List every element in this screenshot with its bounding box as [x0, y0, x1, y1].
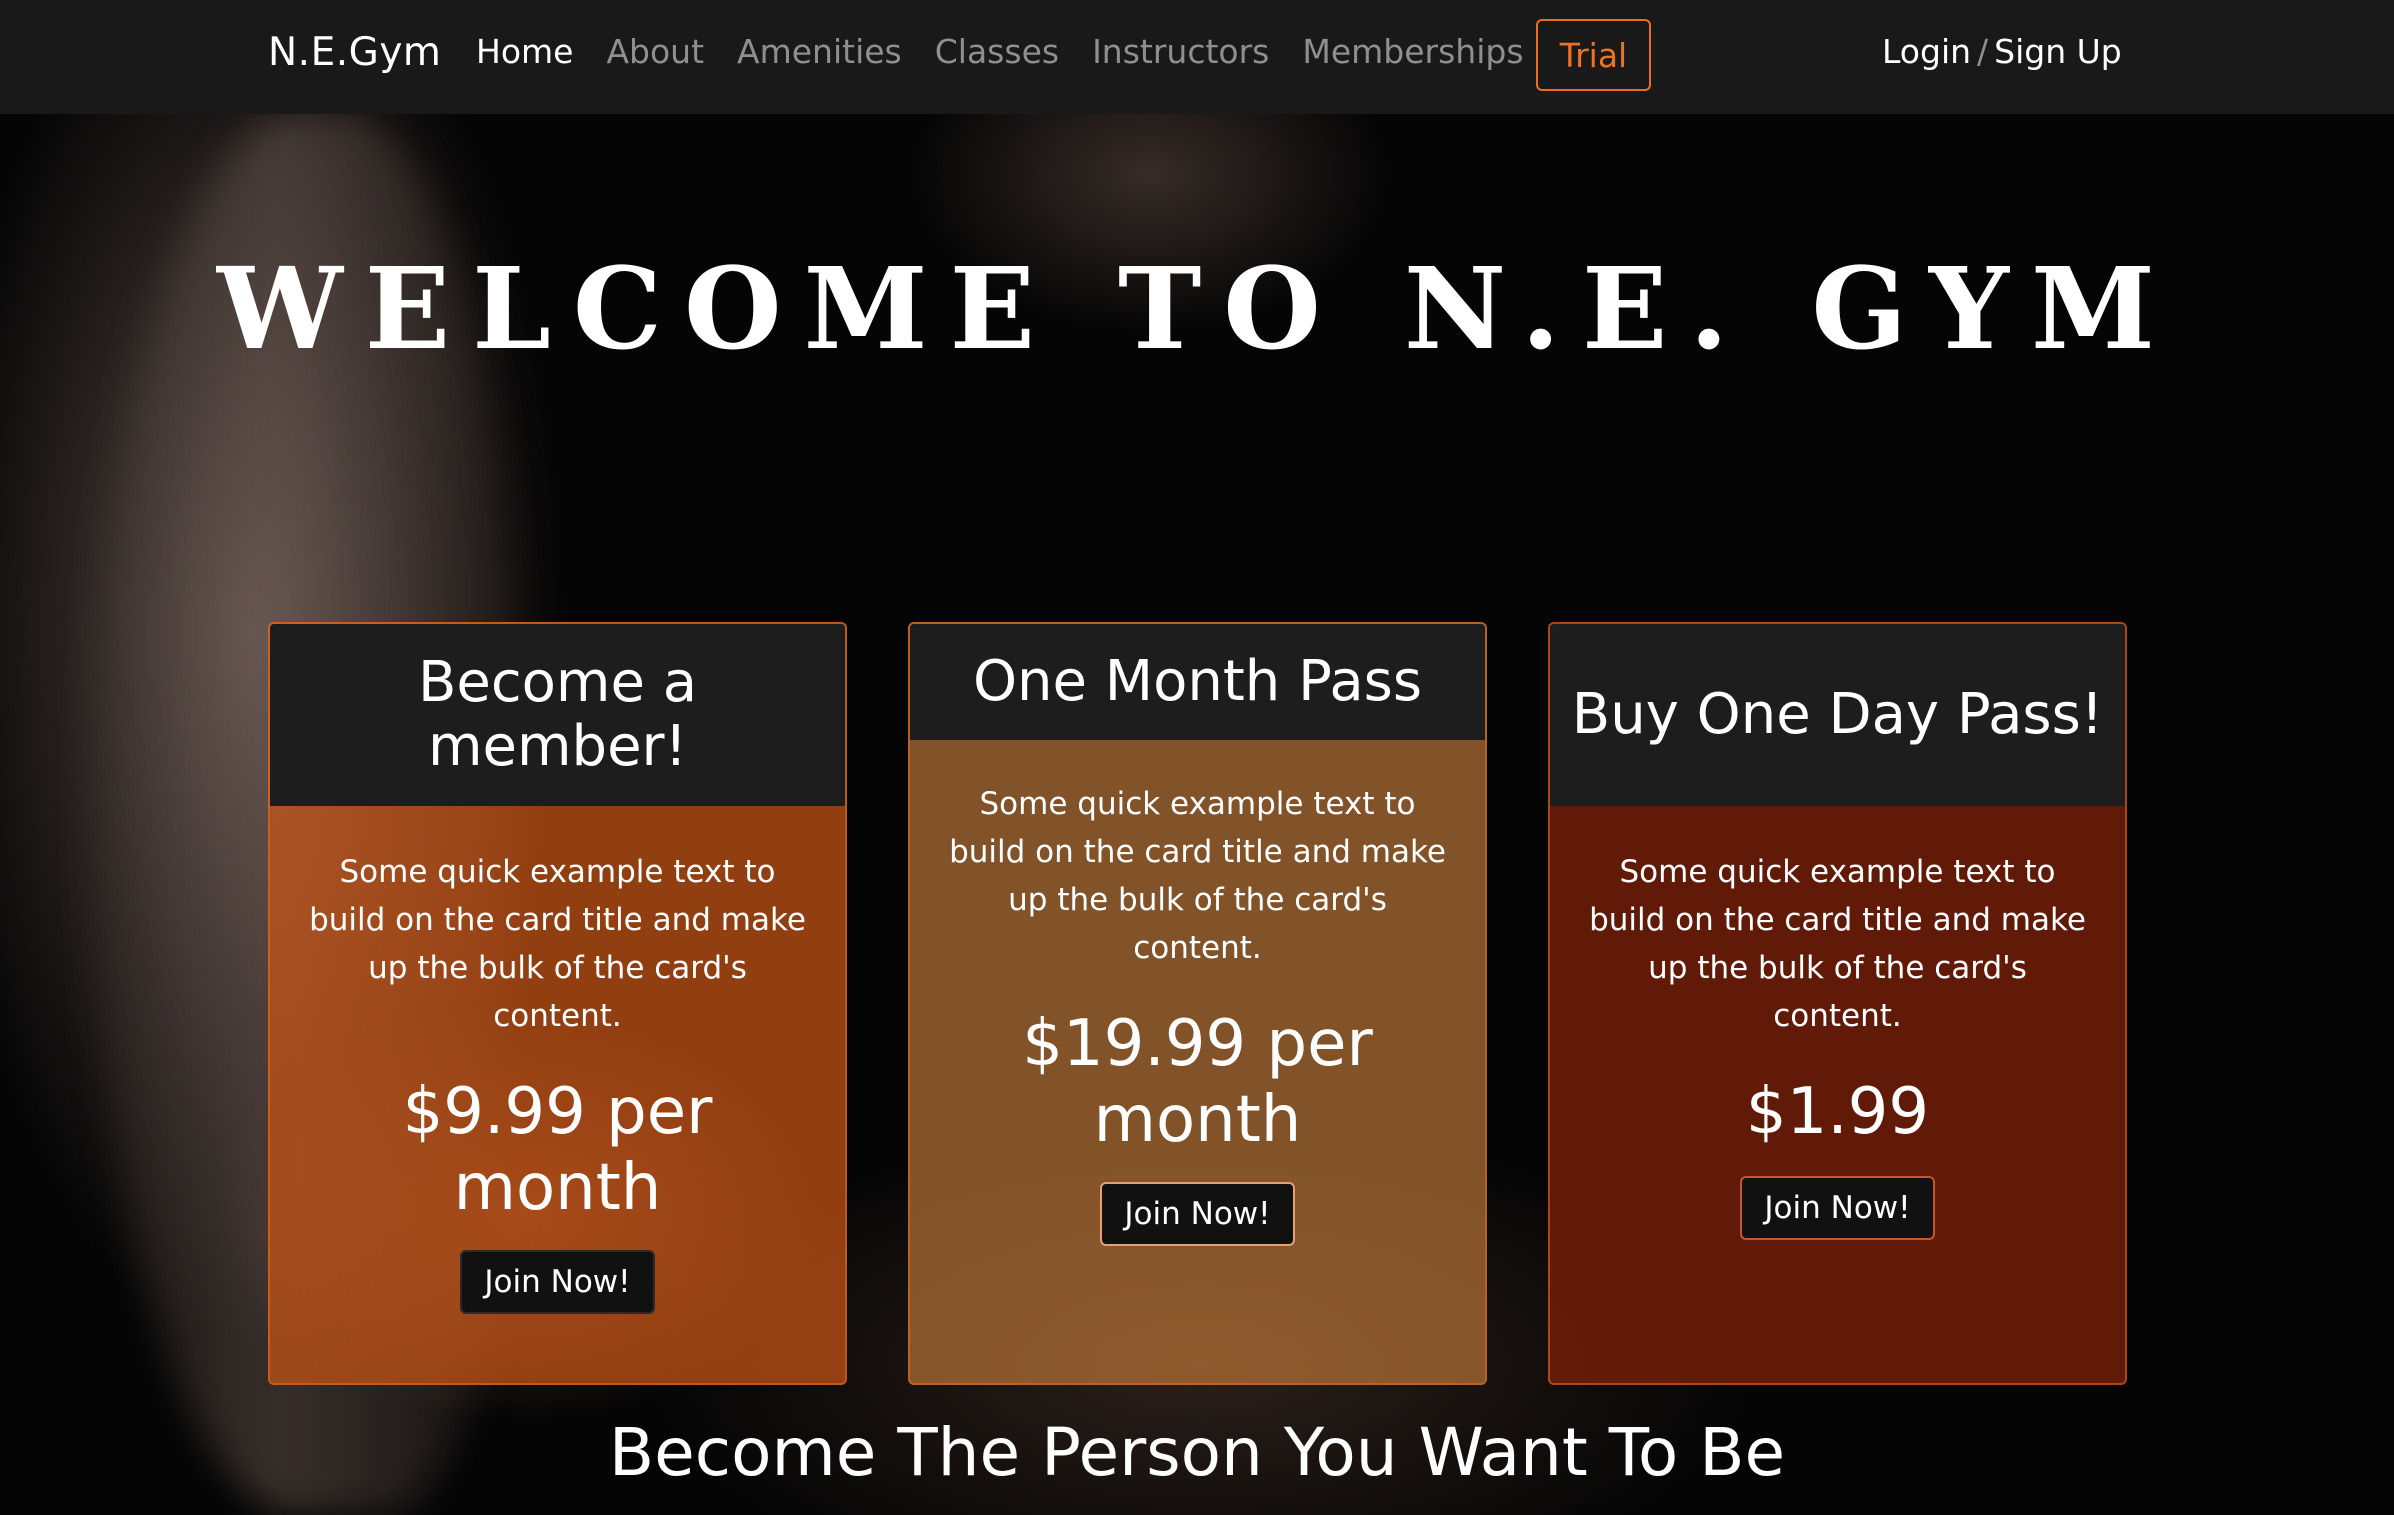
login-link[interactable]: Login	[1882, 32, 1971, 71]
hero-tagline: Become The Person You Want To Be	[608, 1414, 1786, 1491]
card-header: Become a member!	[270, 624, 845, 806]
nav-home[interactable]: Home	[476, 32, 573, 71]
navbar: N.E.Gym Home About Amenities Classes Ins…	[0, 0, 2394, 115]
nav-amenities[interactable]: Amenities	[737, 32, 902, 71]
card-title: Buy One Day Pass!	[1571, 682, 2104, 747]
card-body: Some quick example text to build on the …	[1550, 848, 2125, 1240]
brand-logo[interactable]: N.E.Gym	[268, 30, 441, 75]
hero-section: WELCOME TO N.E. GYM Become a member! Som…	[0, 114, 2394, 1515]
pricing-card-day: Buy One Day Pass! Some quick example tex…	[1548, 622, 2127, 1385]
join-now-button[interactable]: Join Now!	[1100, 1182, 1295, 1246]
card-text: Some quick example text to build on the …	[1589, 854, 2086, 1034]
join-now-button[interactable]: Join Now!	[460, 1250, 655, 1314]
hero-title: WELCOME TO N.E. GYM	[217, 244, 2177, 375]
card-title: One Month Pass	[972, 649, 1423, 714]
card-text: Some quick example text to build on the …	[309, 854, 806, 1034]
nav-memberships[interactable]: Memberships	[1302, 32, 1523, 71]
card-body: Some quick example text to build on the …	[270, 848, 845, 1314]
card-text: Some quick example text to build on the …	[949, 786, 1446, 966]
card-price: $1.99	[1745, 1075, 1930, 1149]
card-header: Buy One Day Pass!	[1550, 624, 2125, 806]
trial-button[interactable]: Trial	[1536, 19, 1651, 91]
card-title: Become a member!	[417, 650, 698, 779]
page: N.E.Gym Home About Amenities Classes Ins…	[0, 0, 2394, 1515]
join-now-button[interactable]: Join Now!	[1740, 1176, 1935, 1240]
card-price: $9.99 per month	[402, 1075, 713, 1225]
auth-links: Login / Sign Up	[1882, 32, 2122, 71]
nav-classes[interactable]: Classes	[935, 32, 1059, 71]
signup-link[interactable]: Sign Up	[1994, 32, 2122, 71]
nav-about[interactable]: About	[606, 32, 704, 71]
auth-separator: /	[1977, 32, 1989, 71]
nav-links: Home About Amenities Classes Instructors…	[476, 32, 1524, 71]
card-body: Some quick example text to build on the …	[910, 780, 1485, 1246]
card-price: $19.99 per month	[1022, 1007, 1373, 1157]
card-header: One Month Pass	[910, 624, 1485, 740]
pricing-card-month: One Month Pass Some quick example text t…	[908, 622, 1487, 1385]
nav-instructors[interactable]: Instructors	[1092, 32, 1269, 71]
pricing-card-member: Become a member! Some quick example text…	[268, 622, 847, 1385]
